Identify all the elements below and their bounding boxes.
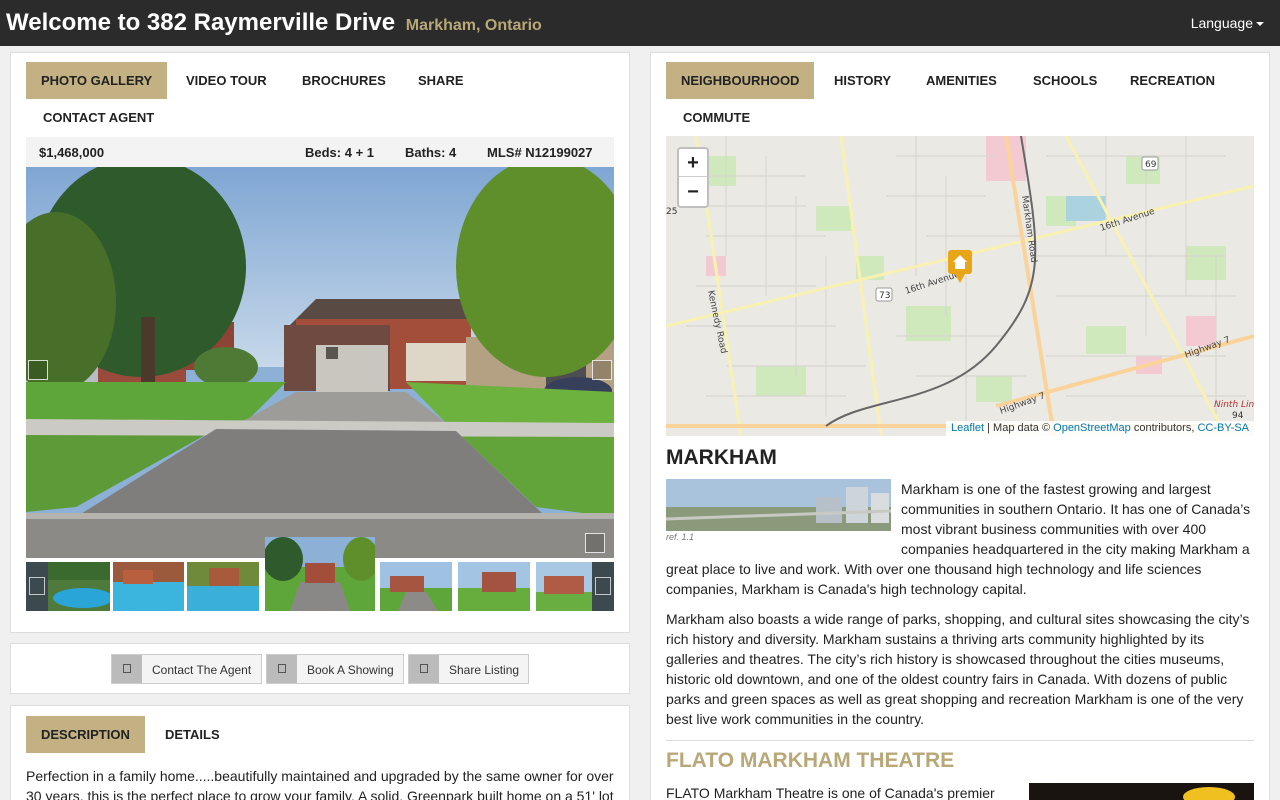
page-title: Welcome to 382 Raymerville Drive Markham… xyxy=(6,9,542,37)
share-listing-label: Share Listing xyxy=(449,663,520,677)
book-showing-label: Book A Showing xyxy=(307,663,394,677)
section-divider xyxy=(666,740,1254,741)
label-route-73: 73 xyxy=(879,291,890,301)
label-route-25: 25 xyxy=(666,207,677,217)
attribution-map-data: | Map data © xyxy=(984,422,1054,434)
main-photo[interactable] xyxy=(26,167,614,558)
para2-line-1: Markham also boasts a wide range of park… xyxy=(666,611,1250,627)
zoom-out-button[interactable]: − xyxy=(679,178,707,206)
fullscreen-icon[interactable] xyxy=(585,533,605,553)
site-header: Welcome to 382 Raymerville Drive Markham… xyxy=(0,0,1280,46)
theatre-image xyxy=(1029,783,1254,800)
thumbnail-3[interactable] xyxy=(187,562,259,611)
tab-neighbourhood[interactable]: NEIGHBOURHOOD xyxy=(666,62,815,99)
markham-heading: MARKHAM xyxy=(666,446,777,469)
thumbnail-prev-icon[interactable] xyxy=(26,562,48,611)
prev-photo-arrow-icon[interactable] xyxy=(28,360,48,380)
theatre-picture xyxy=(1029,783,1254,800)
language-label: Language xyxy=(1190,15,1253,31)
para1-line-6: companies, Markham is Canada's high tech… xyxy=(666,581,1027,597)
contact-agent-label: Contact The Agent xyxy=(152,663,252,677)
markham-paragraph-2: Markham also boasts a wide range of park… xyxy=(666,609,1266,729)
tab-schools[interactable]: SCHOOLS xyxy=(1018,62,1112,99)
language-dropdown[interactable]: Language xyxy=(1191,15,1264,31)
para1-line-5: great place to live and work. With over … xyxy=(666,561,1202,577)
tab-contact-agent[interactable]: CONTACT AGENT xyxy=(28,99,169,136)
house-photo-image xyxy=(26,167,614,558)
listing-mls: MLS# N12199027 xyxy=(487,145,593,160)
map-zoom-control: + − xyxy=(677,147,709,208)
property-title: Welcome to 382 Raymerville Drive xyxy=(6,9,396,36)
next-photo-arrow-icon[interactable] xyxy=(592,360,612,380)
tab-description[interactable]: DESCRIPTION xyxy=(26,716,145,753)
zoom-in-button[interactable]: + xyxy=(679,149,707,177)
tab-recreation[interactable]: RECREATION xyxy=(1115,62,1230,99)
para1-line-3: most vibrant business communities with o… xyxy=(901,521,1207,537)
book-showing-button[interactable]: Book A Showing xyxy=(266,654,404,684)
para2-line-6: best live work communities in the countr… xyxy=(666,711,925,727)
thumbnail-5[interactable] xyxy=(380,562,452,611)
contact-agent-button[interactable]: Contact The Agent xyxy=(111,654,262,684)
thumbnail-3-image xyxy=(187,562,259,611)
thumbnail-7-image xyxy=(536,562,596,611)
listing-info-bar: $1,468,000 Beds: 4 + 1 Baths: 4 MLS# N12… xyxy=(26,137,614,167)
thumbnail-5-image xyxy=(380,562,452,611)
share-icon xyxy=(409,655,439,683)
tab-photo-gallery[interactable]: PHOTO GALLERY xyxy=(26,62,168,99)
theatre-heading: FLATO MARKHAM THEATRE xyxy=(666,749,955,772)
tab-details[interactable]: DETAILS xyxy=(150,716,235,753)
thumbnail-6-image xyxy=(458,562,530,611)
para2-line-4: historic old downtown, and one of the ol… xyxy=(666,671,1228,687)
label-route-94: 94 xyxy=(1232,411,1244,421)
para1-line-2: communities in southern Ontario. It has … xyxy=(901,501,1251,517)
listing-beds: Beds: 4 + 1 xyxy=(305,145,375,160)
share-listing-button[interactable]: Share Listing xyxy=(408,654,529,684)
leaflet-link[interactable]: Leaflet xyxy=(951,422,984,434)
listing-price: $1,468,000 xyxy=(39,145,105,160)
thumbnail-2[interactable] xyxy=(113,562,184,611)
property-location: Markham, Ontario xyxy=(405,17,542,34)
para2-line-5: parks and green spaces as well as great … xyxy=(666,691,1244,707)
thumbnail-1[interactable] xyxy=(48,562,110,611)
envelope-icon xyxy=(112,655,142,683)
tab-history[interactable]: HISTORY xyxy=(819,62,906,99)
map-attribution: Leaflet | Map data © OpenStreetMap contr… xyxy=(946,421,1254,436)
listing-baths: Baths: 4 xyxy=(405,145,457,160)
thumbnail-7[interactable] xyxy=(536,562,596,611)
attribution-contributors: contributors, xyxy=(1130,422,1198,434)
tab-share[interactable]: SHARE xyxy=(403,62,479,99)
openstreetmap-link[interactable]: OpenStreetMap xyxy=(1053,422,1131,434)
thumbnail-4-active[interactable] xyxy=(265,537,375,611)
tab-brochures[interactable]: BROCHURES xyxy=(287,62,401,99)
tab-commute[interactable]: COMMUTE xyxy=(668,99,765,136)
para1-line-1: Markham is one of the fastest growing an… xyxy=(901,481,1211,497)
label-ninth-line: Ninth Lin xyxy=(1214,400,1254,410)
para2-line-2: rich history and diversity. Markham sust… xyxy=(666,631,1205,647)
para2-line-3: galleries and theatres. The city’s rich … xyxy=(666,651,1225,667)
caret-down-icon xyxy=(1256,22,1264,27)
tab-video-tour[interactable]: VIDEO TOUR xyxy=(171,62,282,99)
thumbnail-4-image xyxy=(265,537,375,611)
para1-line-4: companies headquartered in the city maki… xyxy=(901,541,1250,557)
thumbnail-1-image xyxy=(48,562,110,611)
thumbnail-6[interactable] xyxy=(458,562,530,611)
tab-amenities[interactable]: AMENITIES xyxy=(911,62,1012,99)
label-route-69: 69 xyxy=(1145,160,1157,170)
theatre-text: FLATO Markham Theatre is one of Canada's… xyxy=(666,785,995,800)
neighbourhood-map[interactable]: Markham Road 16th Avenue 16th Avenue Ken… xyxy=(666,136,1254,436)
thumbnail-next-icon[interactable] xyxy=(592,562,614,611)
markham-paragraph-1: Markham is one of the fastest growing an… xyxy=(666,479,1266,599)
description-text: Perfection in a family home.....beautifu… xyxy=(26,768,614,800)
map-tiles: Markham Road 16th Avenue 16th Avenue Ken… xyxy=(666,136,1254,436)
thumbnail-2-image xyxy=(113,562,184,611)
cc-by-sa-link[interactable]: CC-BY-SA xyxy=(1197,422,1249,434)
calendar-icon xyxy=(267,655,297,683)
